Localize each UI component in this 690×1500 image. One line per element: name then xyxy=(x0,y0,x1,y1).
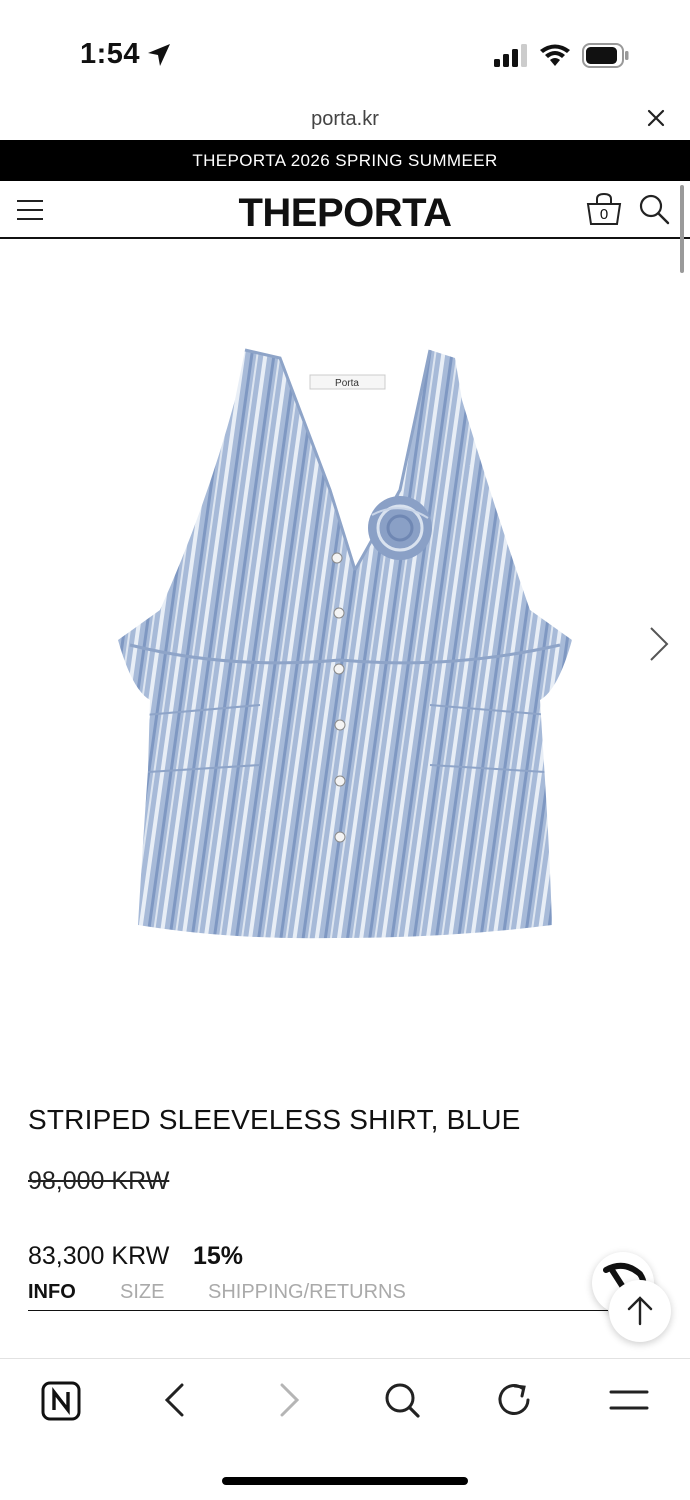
arrow-up-icon xyxy=(627,1296,653,1326)
garment-label: Porta xyxy=(335,378,359,389)
product-title: STRIPED SLEEVELESS SHIRT, BLUE xyxy=(28,1104,521,1135)
next-image-chevron-icon[interactable] xyxy=(648,626,670,662)
forward-icon[interactable] xyxy=(274,1382,304,1418)
promo-banner[interactable]: THEPORTA 2026 SPRING SUMMEER xyxy=(0,140,690,181)
page-scrollbar[interactable] xyxy=(680,185,684,273)
tab-underline xyxy=(28,1310,608,1311)
location-arrow-icon xyxy=(146,42,172,68)
tab-shipping-returns[interactable]: SHIPPING/RETURNS xyxy=(208,1281,406,1304)
status-time: 1:54 xyxy=(80,38,141,70)
search-icon[interactable] xyxy=(638,193,670,225)
browser-search-icon[interactable] xyxy=(383,1381,421,1419)
discount-percent: 15% xyxy=(193,1242,244,1270)
close-icon[interactable] xyxy=(644,106,668,130)
product-image[interactable]: Porta xyxy=(110,340,580,950)
url-text[interactable]: porta.kr xyxy=(0,108,690,131)
scroll-top-button[interactable] xyxy=(609,1280,671,1342)
tab-info[interactable]: INFO xyxy=(28,1281,76,1304)
reload-icon[interactable] xyxy=(497,1381,533,1419)
menu-icon[interactable] xyxy=(609,1385,649,1415)
wifi-icon xyxy=(540,44,570,68)
naver-home-icon[interactable] xyxy=(41,1381,81,1421)
original-price: 98,000 KRW xyxy=(28,1167,170,1195)
signal-icon xyxy=(494,44,528,68)
battery-icon xyxy=(582,43,630,69)
back-icon[interactable] xyxy=(160,1382,190,1418)
cart-count: 0 xyxy=(599,206,609,223)
home-indicator xyxy=(222,1477,468,1485)
sale-price: 83,300 KRW xyxy=(28,1242,170,1270)
tab-size[interactable]: SIZE xyxy=(120,1281,164,1304)
